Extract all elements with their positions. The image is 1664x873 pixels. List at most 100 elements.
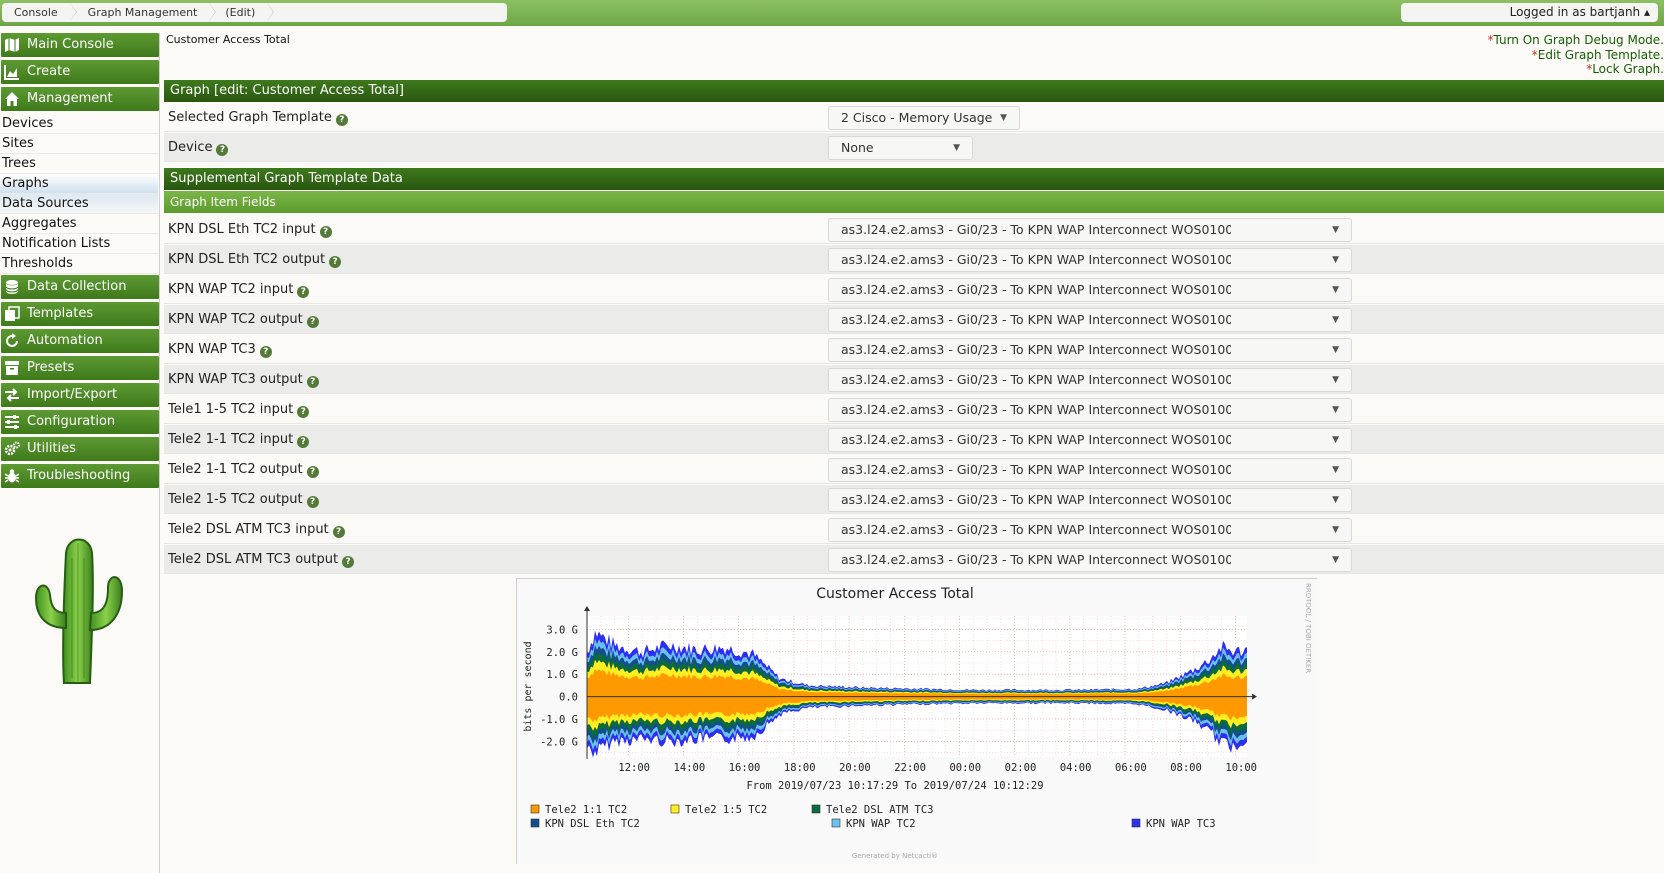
help-icon[interactable]: ?	[306, 496, 319, 508]
menu-presets[interactable]: Presets	[1, 356, 159, 380]
sidebar-item-notification-lists[interactable]: Notification Lists	[0, 234, 158, 254]
legend-label-kpn-wap-tc3: KPN WAP TC3	[1146, 818, 1216, 830]
breadcrumb: Console Graph Management (Edit)	[2, 3, 507, 22]
menu-management-label: Management	[27, 91, 113, 106]
x-tick-label: 08:00	[1170, 762, 1202, 774]
help-icon[interactable]: ?	[297, 286, 310, 298]
graph-item-label: Tele2 1-1 TC2 output?	[168, 455, 319, 484]
graph-item-row: Tele2 1-1 TC2 input? as3.l24.e2.ams3 - Gi…	[164, 425, 1664, 454]
legend-swatch-kpn-dsl-eth-tc2	[530, 818, 540, 828]
menu-management[interactable]: Management	[1, 87, 159, 111]
graph-item-select[interactable]: as3.l24.e2.ams3 - Gi0/23 - To KPN WAP In…	[828, 248, 1352, 272]
caret-down-icon: ▼	[953, 143, 960, 153]
caret-down-icon: ▼	[1332, 495, 1339, 505]
menu-data-collection-label: Data Collection	[27, 279, 127, 294]
y-tick-label: -2.0 G	[540, 736, 578, 748]
help-icon[interactable]: ?	[332, 526, 345, 538]
graph-item-row: KPN DSL Eth TC2 input? as3.l24.e2.ams3 - …	[164, 215, 1664, 244]
help-icon[interactable]: ?	[335, 114, 348, 126]
caret-down-icon: ▼	[1332, 345, 1339, 355]
menu-data-collection[interactable]: Data Collection	[1, 275, 159, 299]
menu-create[interactable]: Create	[1, 60, 159, 84]
graph-item-row: Tele2 DSL ATM TC3 input? as3.l24.e2.ams3 …	[164, 515, 1664, 544]
help-icon[interactable]: ?	[297, 436, 310, 448]
graph-image[interactable]: Customer Access Total 3.0 G 2.0 G 1.0 G 0.0 -…	[516, 578, 1318, 865]
graph-item-row: KPN DSL Eth TC2 output? as3.l24.e2.ams3 -…	[164, 245, 1664, 274]
breadcrumb-console[interactable]: Console	[2, 3, 77, 22]
graph-item-select[interactable]: as3.l24.e2.ams3 - Gi0/23 - To KPN WAP In…	[828, 548, 1352, 572]
menu-utilities[interactable]: Utilities	[1, 437, 159, 461]
graph-item-select[interactable]: as3.l24.e2.ams3 - Gi0/23 - To KPN WAP In…	[828, 368, 1352, 392]
graph-item-select[interactable]: as3.l24.e2.ams3 - Gi0/23 - To KPN WAP In…	[828, 218, 1352, 242]
menu-templates[interactable]: Templates	[1, 302, 159, 326]
caret-down-icon: ▼	[1000, 113, 1007, 123]
graph-item-select[interactable]: as3.l24.e2.ams3 - Gi0/23 - To KPN WAP In…	[828, 338, 1352, 362]
breadcrumb-edit[interactable]: (Edit)	[209, 3, 275, 22]
graph-item-select[interactable]: as3.l24.e2.ams3 - Gi0/23 - To KPN WAP In…	[828, 398, 1352, 422]
user-menu[interactable]: Logged in as bartjanh ▴	[1401, 3, 1658, 22]
map-icon	[4, 37, 20, 53]
sidebar-item-sites[interactable]: Sites	[0, 134, 158, 154]
menu-configuration[interactable]: Configuration	[1, 410, 159, 434]
sidebar-item-data-sources[interactable]: Data Sources	[0, 194, 158, 214]
caret-down-icon: ▼	[1332, 375, 1339, 385]
help-icon[interactable]: ?	[306, 376, 319, 388]
caret-down-icon: ▼	[1332, 255, 1339, 265]
graph-item-select[interactable]: as3.l24.e2.ams3 - Gi0/23 - To KPN WAP In…	[828, 308, 1352, 332]
graph-item-select[interactable]: as3.l24.e2.ams3 - Gi0/23 - To KPN WAP In…	[828, 428, 1352, 452]
help-icon[interactable]: ?	[342, 556, 355, 568]
sidebar-item-devices[interactable]: Devices	[0, 114, 158, 134]
menu-configuration-label: Configuration	[27, 414, 116, 429]
help-icon[interactable]: ?	[216, 144, 229, 156]
sidebar-item-trees[interactable]: Trees	[0, 154, 158, 174]
help-icon[interactable]: ?	[319, 226, 332, 238]
help-icon[interactable]: ?	[259, 346, 272, 358]
caret-down-icon: ▼	[1332, 555, 1339, 565]
x-tick-label: 02:00	[1005, 762, 1037, 774]
graph-item-label: KPN WAP TC3 output?	[168, 365, 319, 394]
sidebar-item-aggregates[interactable]: Aggregates	[0, 214, 158, 234]
menu-import-export[interactable]: Import/Export	[1, 383, 159, 407]
caret-down-icon: ▼	[1332, 315, 1339, 325]
sidebar-item-thresholds[interactable]: Thresholds	[0, 254, 158, 274]
help-icon[interactable]: ?	[306, 316, 319, 328]
lock-graph-link[interactable]: *Lock Graph.	[1487, 62, 1664, 77]
chart-icon	[4, 64, 20, 80]
menu-main-console-label: Main Console	[27, 37, 114, 52]
caret-down-icon: ▼	[1332, 525, 1339, 535]
menu-main-console[interactable]: Main Console	[1, 33, 159, 57]
x-tick-label: 00:00	[949, 762, 981, 774]
sidebar-item-graphs[interactable]: Graphs	[0, 174, 158, 194]
refresh-icon	[4, 333, 20, 349]
edit-graph-template-link[interactable]: *Edit Graph Template.	[1487, 48, 1664, 63]
graph-item-select[interactable]: as3.l24.e2.ams3 - Gi0/23 - To KPN WAP In…	[828, 278, 1352, 302]
graph-item-row: Tele2 1-5 TC2 output? as3.l24.e2.ams3 - G…	[164, 485, 1664, 514]
graph-item-label: Tele2 1-5 TC2 output?	[168, 485, 319, 514]
graph-template-select[interactable]: 2 Cisco - Memory Usage ▼	[828, 106, 1020, 130]
help-icon[interactable]: ?	[297, 406, 310, 418]
customer-access-chart: Customer Access Total 3.0 G 2.0 G 1.0 G 0.0 -…	[517, 579, 1318, 865]
y-tick-label: 3.0 G	[546, 624, 578, 636]
device-row: Device? None ▼	[164, 133, 1664, 162]
menu-automation[interactable]: Automation	[1, 329, 159, 353]
caret-down-icon: ▼	[1332, 405, 1339, 415]
menu-troubleshooting[interactable]: Troubleshooting	[1, 464, 159, 488]
help-icon[interactable]: ?	[306, 466, 319, 478]
graph-item-select[interactable]: as3.l24.e2.ams3 - Gi0/23 - To KPN WAP In…	[828, 458, 1352, 482]
y-tick-label: -1.0 G	[540, 714, 578, 726]
graph-section-header: Graph [edit: Customer Access Total]	[164, 80, 1664, 102]
graph-item-row: Tele1 1-5 TC2 input? as3.l24.e2.ams3 - Gi…	[164, 395, 1664, 424]
x-tick-label: 04:00	[1060, 762, 1092, 774]
help-icon[interactable]: ?	[329, 256, 342, 268]
device-select[interactable]: None ▼	[828, 136, 973, 160]
archive-icon	[4, 360, 20, 376]
legend-swatch-kpn-wap-tc2	[831, 818, 841, 828]
graph-item-select[interactable]: as3.l24.e2.ams3 - Gi0/23 - To KPN WAP In…	[828, 518, 1352, 542]
home-icon	[4, 91, 20, 107]
breadcrumb-graph-management[interactable]: Graph Management	[69, 3, 217, 22]
legend-label-tele2-1-1-tc2: Tele2 1:1 TC2	[545, 804, 627, 816]
chart-footer: Generated by Netcacti®	[852, 852, 938, 860]
graph-item-select[interactable]: as3.l24.e2.ams3 - Gi0/23 - To KPN WAP In…	[828, 488, 1352, 512]
x-tick-label: 14:00	[674, 762, 706, 774]
turn-on-debug-link[interactable]: *Turn On Graph Debug Mode.	[1487, 33, 1664, 48]
